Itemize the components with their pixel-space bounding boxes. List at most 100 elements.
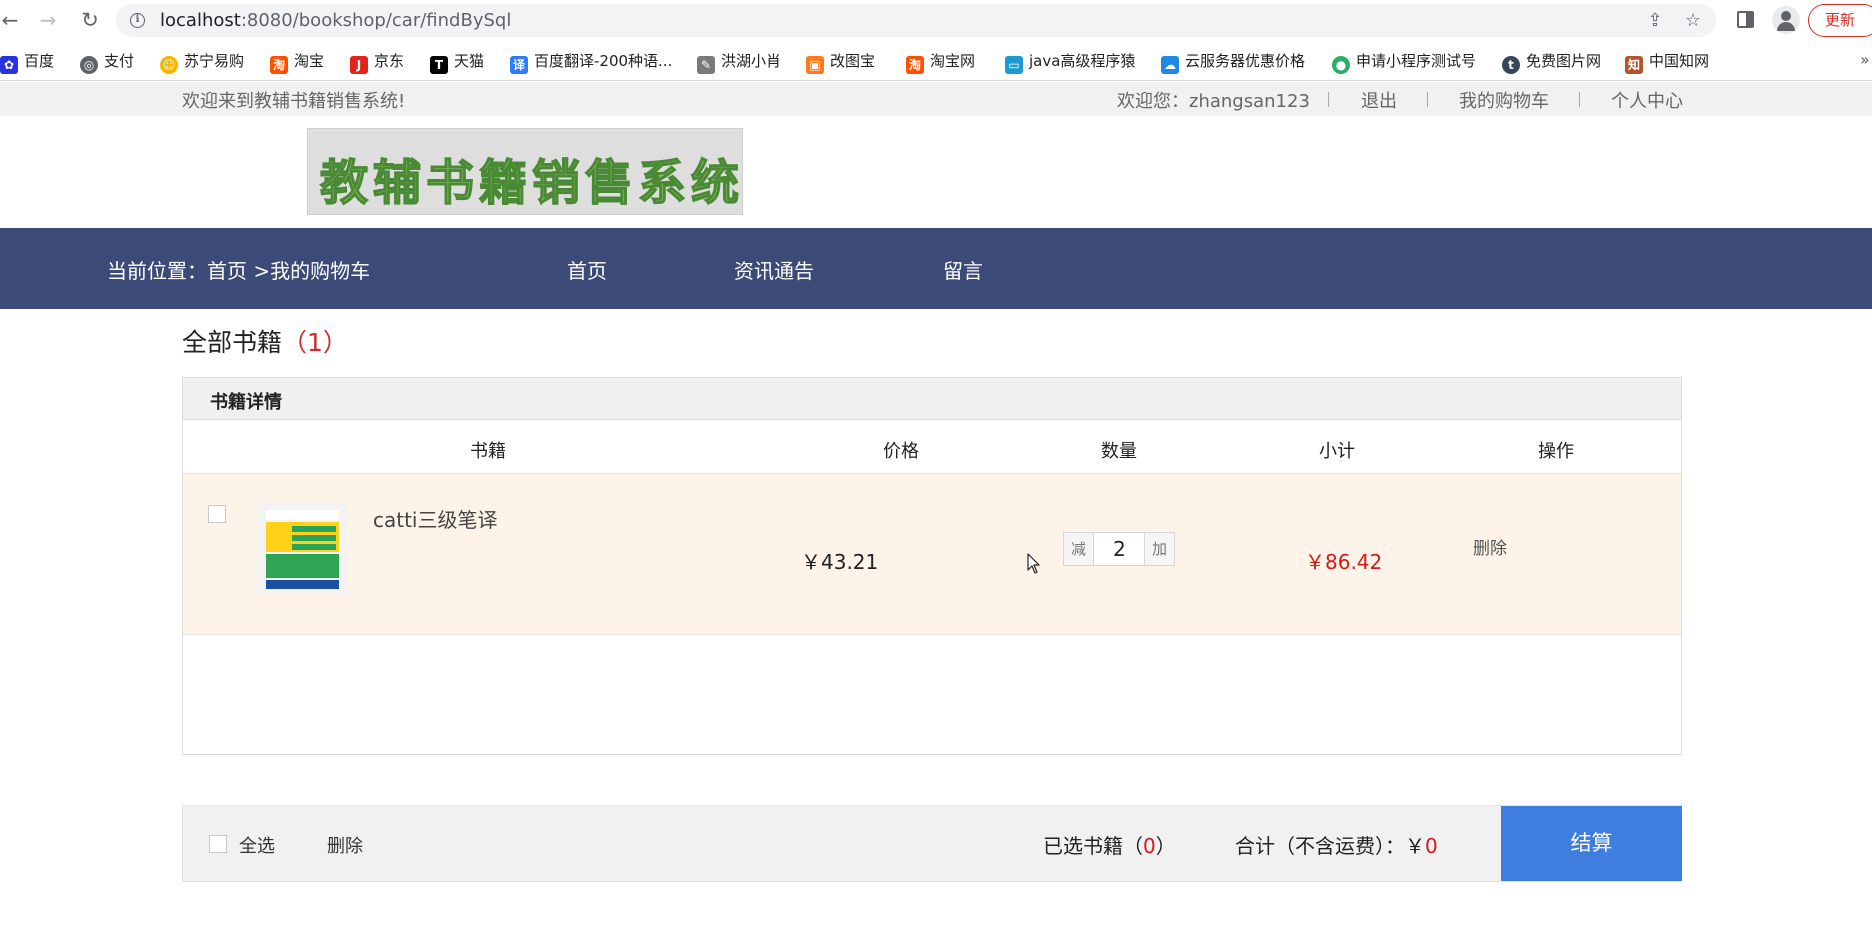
bookmark-taobao[interactable]: 淘淘宝 <box>270 50 325 74</box>
cart-panel-header: 书籍详情 <box>183 378 1681 420</box>
pencil-icon: ✎ <box>697 56 715 74</box>
delete-selected-link[interactable]: 删除 <box>327 832 363 858</box>
bookmark-label: 淘宝 <box>294 52 325 70</box>
bookmarks-bar: ✿ 百度 ◎ 支付 ☺ 苏宁易购 淘淘宝 J 京东 T 天猫 译百度翻译-200种语...… <box>0 41 1872 81</box>
bookmark-baidu[interactable]: ✿ 百度 <box>0 50 55 74</box>
taobao-icon: 淘 <box>270 56 288 74</box>
wechat-icon: ● <box>1332 56 1350 74</box>
bookmark-label: 京东 <box>374 52 405 70</box>
update-button[interactable]: 更新 <box>1808 4 1872 37</box>
select-all-label[interactable]: 全选 <box>239 832 275 858</box>
bookmark-label: 支付 <box>104 52 135 70</box>
url-path: :8080/bookshop/car/findBySql <box>240 10 512 31</box>
bookmark-label: 天猫 <box>454 52 485 70</box>
item-subtotal: ￥86.42 <box>1305 550 1383 574</box>
bookmark-label: java高级程序猿 <box>1029 52 1136 70</box>
forward-arrow-icon[interactable]: → <box>36 8 60 32</box>
site-info-icon[interactable]: i <box>130 13 145 28</box>
nav-home[interactable]: 首页 <box>567 255 607 284</box>
bookmark-free-images[interactable]: t 免费图片网 <box>1502 50 1602 74</box>
suning-lion-icon: ☺ <box>160 56 178 74</box>
bookmark-label: 中国知网 <box>1649 52 1710 70</box>
tmall-icon: T <box>430 56 448 74</box>
baidu-paw-icon: ✿ <box>0 56 18 74</box>
bookmark-tmall[interactable]: T 天猫 <box>430 50 485 74</box>
reload-icon[interactable]: ↻ <box>78 8 102 32</box>
section-title-text: 全部书籍 <box>182 328 283 357</box>
delete-item-link[interactable]: 删除 <box>1473 534 1507 559</box>
nav-messages[interactable]: 留言 <box>943 255 983 284</box>
book-cover-image[interactable] <box>258 504 347 593</box>
bookmark-cloud[interactable]: ☁ 云服务器优惠价格 <box>1161 50 1306 74</box>
total-value: 0 <box>1425 834 1438 858</box>
book-count: （1） <box>282 328 348 357</box>
bookmark-gaitubao[interactable]: ▣ 改图宝 <box>806 50 876 74</box>
bookmark-label: 云服务器优惠价格 <box>1185 52 1306 70</box>
selected-count: 0 <box>1143 834 1156 858</box>
main-navbar: 当前位置：首页 >我的购物车 首页 资讯通告 留言 <box>0 228 1872 309</box>
bookmark-label: 百度 <box>24 52 55 70</box>
selected-suffix: ） <box>1155 834 1176 858</box>
column-header-quantity: 数量 <box>1101 441 1137 462</box>
divider <box>1328 92 1329 107</box>
nav-news[interactable]: 资讯通告 <box>734 255 814 284</box>
side-panel-icon[interactable] <box>1734 8 1758 32</box>
bookmark-honghu[interactable]: ✎ 洪湖小肖 <box>697 50 782 74</box>
logo-text: 教辅书籍销售系统 <box>319 154 745 212</box>
share-icon[interactable]: ⇪ <box>1644 11 1666 31</box>
bookmark-suning[interactable]: ☺ 苏宁易购 <box>160 50 245 74</box>
bookmark-taobaowang[interactable]: 淘淘宝网 <box>906 50 975 74</box>
tumblr-icon: t <box>1502 56 1520 74</box>
quantity-stepper: 减 2 加 <box>1063 532 1175 566</box>
bookmark-java[interactable]: ▭ java高级程序猿 <box>1005 50 1136 74</box>
cart-summary-bar: 全选 删除 已选书籍（0） 合计（不含运费）：￥0 结算 <box>182 805 1682 882</box>
page-title: 全部书籍（1） <box>182 323 348 359</box>
breadcrumb: 当前位置：首页 >我的购物车 <box>107 259 371 283</box>
divider <box>1427 92 1428 107</box>
bookmark-cnki[interactable]: 知中国知网 <box>1625 50 1710 74</box>
translate-icon: 译 <box>510 56 528 74</box>
url-text[interactable]: localhost:8080/bookshop/car/findBySql <box>160 10 511 31</box>
gaitubao-icon: ▣ <box>806 56 824 74</box>
back-arrow-icon[interactable]: ← <box>0 8 22 32</box>
quantity-input[interactable]: 2 <box>1095 533 1144 565</box>
mouse-cursor-icon <box>1027 553 1040 574</box>
cnki-icon: 知 <box>1625 56 1643 74</box>
decrease-quantity-button[interactable]: 减 <box>1064 533 1094 565</box>
globe-icon: ◎ <box>80 56 98 74</box>
jd-icon: J <box>350 56 368 74</box>
increase-quantity-button[interactable]: 加 <box>1144 533 1174 565</box>
bookmark-label: 免费图片网 <box>1526 52 1602 70</box>
bookmark-label: 申请小程序测试号 <box>1356 52 1477 70</box>
column-header-book: 书籍 <box>470 441 506 462</box>
logout-link[interactable]: 退出 <box>1361 87 1397 113</box>
my-cart-link[interactable]: 我的购物车 <box>1459 87 1549 113</box>
bookmark-zhifu[interactable]: ◎ 支付 <box>80 50 135 74</box>
site-top-bar: 欢迎来到教辅书籍销售系统! 欢迎您：zhangsan123 退出 我的购物车 个… <box>0 82 1872 116</box>
address-bar[interactable]: i localhost:8080/bookshop/car/findBySql … <box>116 4 1716 37</box>
item-checkbox[interactable] <box>208 505 226 523</box>
item-price: ￥43.21 <box>801 550 879 574</box>
profile-avatar-icon[interactable] <box>1772 6 1800 34</box>
total-prefix: 合计（不含运费）：￥ <box>1235 834 1425 858</box>
bookmark-miniprogram[interactable]: ● 申请小程序测试号 <box>1332 50 1477 74</box>
browser-toolbar: ← → ↻ i localhost:8080/bookshop/car/find… <box>0 0 1872 41</box>
bookmark-label: 洪湖小肖 <box>721 52 782 70</box>
bookmark-baidu-translate[interactable]: 译百度翻译-200种语... <box>510 50 673 74</box>
select-all-checkbox[interactable] <box>209 835 227 853</box>
bookmark-jd[interactable]: J 京东 <box>350 50 405 74</box>
column-header-price: 价格 <box>883 441 919 462</box>
book-title[interactable]: catti三级笔译 <box>373 504 498 533</box>
user-greeting: 欢迎您：zhangsan123 <box>1117 91 1310 112</box>
bookmark-label: 改图宝 <box>830 52 876 70</box>
bookmark-label: 百度翻译-200种语... <box>534 52 673 70</box>
bookmark-star-icon[interactable]: ☆ <box>1682 11 1704 31</box>
profile-link[interactable]: 个人中心 <box>1611 87 1683 113</box>
welcome-text: 欢迎来到教辅书籍销售系统! <box>182 91 406 112</box>
taobao-icon: 淘 <box>906 56 924 74</box>
bookmark-label: 苏宁易购 <box>184 52 245 70</box>
selected-count-text: 已选书籍（0） <box>1043 830 1176 859</box>
site-logo[interactable]: 教辅书籍销售系统 <box>307 128 743 215</box>
more-bookmarks-icon[interactable]: » <box>1860 50 1870 69</box>
checkout-button[interactable]: 结算 <box>1501 806 1682 881</box>
